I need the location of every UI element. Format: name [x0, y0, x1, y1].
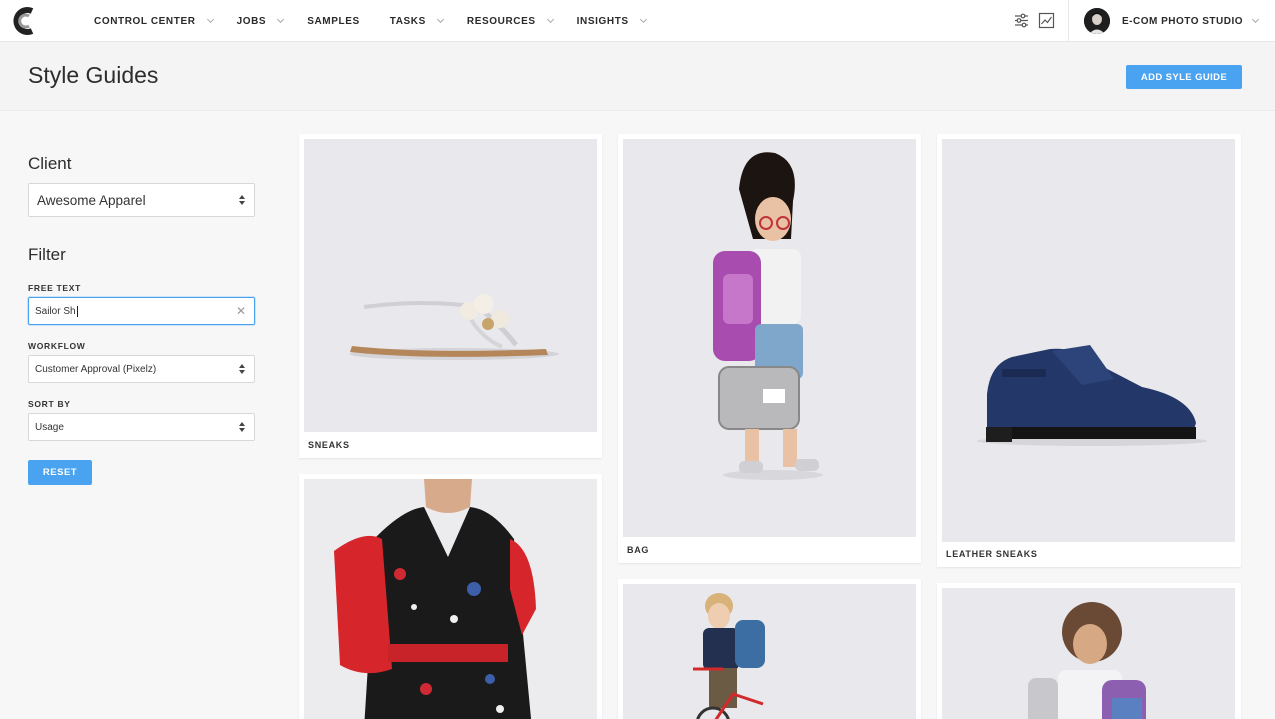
- chevron-down-icon: [436, 15, 444, 24]
- free-text-input[interactable]: Sailor Sh ✕: [28, 297, 255, 325]
- client-select-value: Awesome Apparel: [37, 192, 146, 208]
- style-guide-card[interactable]: BAG: [618, 134, 921, 563]
- card-image: [304, 139, 597, 432]
- chevron-down-icon: [1252, 15, 1260, 24]
- free-text-label: FREE TEXT: [28, 283, 82, 293]
- card-image: [623, 584, 916, 719]
- divider: [1068, 0, 1069, 42]
- chevron-down-icon: [277, 15, 285, 24]
- reset-button[interactable]: RESET: [28, 460, 92, 485]
- workflow-label: WORKFLOW: [28, 341, 86, 351]
- chevron-down-icon: [639, 15, 647, 24]
- main-nav: CONTROL CENTER JOBS SAMPLES TASKS RESOUR…: [94, 0, 670, 42]
- studio-selector[interactable]: E-COM PHOTO STUDIO: [1122, 0, 1260, 42]
- client-select[interactable]: Awesome Apparel: [28, 183, 255, 217]
- studio-name: E-COM PHOTO STUDIO: [1122, 15, 1244, 27]
- chart-icon[interactable]: [1038, 12, 1055, 29]
- workflow-select[interactable]: Customer Approval (Pixelz): [28, 355, 255, 383]
- style-guide-card[interactable]: SNEAKS: [299, 134, 602, 458]
- nav-label: JOBS: [236, 15, 267, 27]
- nav-label: INSIGHTS: [576, 15, 629, 27]
- card-label: LEATHER SNEAKS: [946, 549, 1038, 559]
- style-guide-card[interactable]: [618, 579, 921, 719]
- card-image: [623, 139, 916, 537]
- nav-label: CONTROL CENTER: [94, 15, 196, 27]
- nav-label: SAMPLES: [307, 15, 360, 27]
- card-label: BAG: [627, 545, 650, 555]
- select-arrows-icon: [239, 195, 245, 205]
- nav-tasks[interactable]: TASKS: [389, 15, 444, 27]
- text-caret: [76, 305, 78, 317]
- card-image: [942, 588, 1235, 719]
- app-logo-icon[interactable]: [10, 6, 42, 36]
- filter-heading: Filter: [28, 245, 66, 264]
- sort-by-select[interactable]: Usage: [28, 413, 255, 441]
- sort-by-label: SORT BY: [28, 399, 71, 409]
- page-header: [0, 43, 1275, 111]
- sort-by-select-value: Usage: [35, 421, 64, 433]
- nav-label: RESOURCES: [466, 15, 536, 27]
- avatar[interactable]: [1084, 8, 1110, 34]
- nav-resources[interactable]: RESOURCES: [466, 15, 554, 27]
- card-image: [942, 139, 1235, 542]
- top-navigation-bar: CONTROL CENTER JOBS SAMPLES TASKS RESOUR…: [0, 0, 1275, 42]
- nav-samples[interactable]: SAMPLES: [307, 16, 360, 27]
- select-arrows-icon: [239, 364, 245, 374]
- page-title: Style Guides: [28, 62, 159, 88]
- nav-control-center[interactable]: CONTROL CENTER: [94, 15, 214, 27]
- clear-icon[interactable]: ✕: [236, 304, 246, 318]
- style-guide-card[interactable]: [299, 474, 602, 719]
- client-heading: Client: [28, 154, 72, 173]
- workflow-select-value: Customer Approval (Pixelz): [35, 363, 157, 375]
- style-guide-card[interactable]: [937, 583, 1241, 719]
- card-image: [304, 479, 597, 719]
- chevron-down-icon: [206, 15, 214, 24]
- add-style-guide-button[interactable]: ADD SYLE GUIDE: [1126, 65, 1242, 89]
- style-guide-card[interactable]: LEATHER SNEAKS: [937, 134, 1241, 567]
- card-label: SNEAKS: [308, 440, 350, 450]
- free-text-value: Sailor Sh: [35, 305, 76, 317]
- nav-jobs[interactable]: JOBS: [236, 15, 285, 27]
- nav-insights[interactable]: INSIGHTS: [576, 15, 647, 27]
- chevron-down-icon: [546, 15, 554, 24]
- nav-label: TASKS: [389, 15, 426, 27]
- sliders-icon[interactable]: [1013, 12, 1030, 29]
- select-arrows-icon: [239, 422, 245, 432]
